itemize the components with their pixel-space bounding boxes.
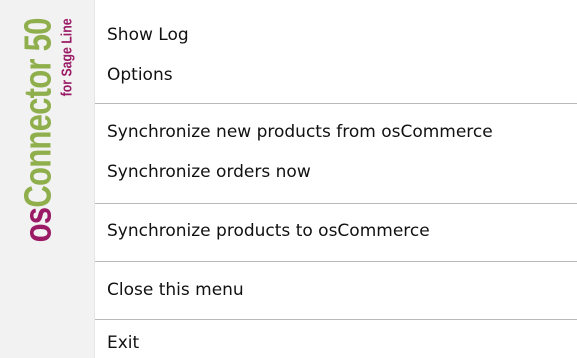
menu-separator bbox=[95, 319, 577, 320]
menu-item-sync-products-to-oscommerce[interactable]: Synchronize products to osCommerce bbox=[95, 211, 577, 251]
brand-logo: osConnector 50 for Sage Line bbox=[17, 18, 76, 291]
menu-item-sync-orders[interactable]: Synchronize orders now bbox=[95, 152, 577, 192]
brand-sidebar: osConnector 50 for Sage Line bbox=[0, 0, 95, 358]
menu-item-options[interactable]: Options bbox=[95, 55, 577, 95]
brand-name: osConnector 50 bbox=[17, 18, 60, 243]
menu-item-close-menu[interactable]: Close this menu bbox=[95, 270, 577, 310]
brand-name-rest: Connector 50 bbox=[17, 18, 60, 208]
menu-separator bbox=[95, 103, 577, 104]
menu-separator bbox=[95, 203, 577, 204]
brand-subtitle: for Sage Line bbox=[58, 18, 76, 97]
brand-name-prefix: os bbox=[17, 207, 60, 243]
menu-separator bbox=[95, 261, 577, 262]
menu-item-sync-new-products[interactable]: Synchronize new products from osCommerce bbox=[95, 112, 577, 152]
menu-item-exit[interactable]: Exit bbox=[95, 328, 577, 358]
menu-item-show-log[interactable]: Show Log bbox=[95, 15, 577, 55]
context-menu: osConnector 50 for Sage Line Show Log Op… bbox=[0, 0, 577, 358]
